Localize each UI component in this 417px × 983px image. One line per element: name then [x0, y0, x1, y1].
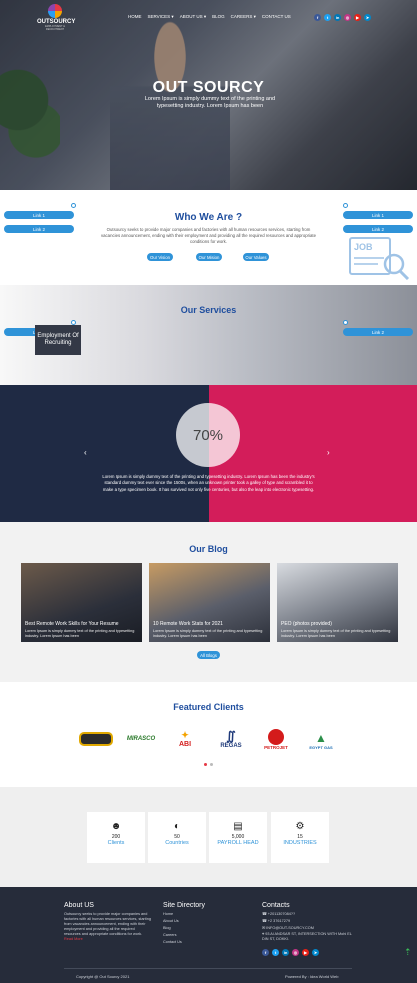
testimonial-text: Lorem Ipsum is simply dummy text of the …	[102, 474, 315, 492]
footer-contacts-title: Contacts	[262, 902, 290, 909]
blog-card[interactable]: 10 Remote Work Stats for 2021 Lorem Ipsu…	[149, 563, 270, 642]
linkedin-icon[interactable]: in	[334, 14, 341, 21]
nav-services[interactable]: SERVICES ▾	[148, 14, 174, 20]
counter-box: ▤ 5,000 PAYROLL HEAD	[209, 812, 267, 863]
client-logo-abi[interactable]: ✦ ABI	[170, 725, 200, 753]
link-dot	[343, 320, 348, 325]
money-icon: ▤	[233, 821, 243, 832]
contact-phone-1: ☎ +2011307084??	[262, 912, 296, 916]
counter-box: ⚙ 15 INDUSTRIES	[271, 812, 329, 863]
footer-about-title: About US	[64, 902, 94, 909]
logo-mark-icon	[48, 4, 62, 18]
counter-label: Clients	[107, 840, 125, 846]
our-vision-button[interactable]: Our Vision	[147, 253, 173, 261]
blog-card-desc: Lorem Ipsum is simply dummy text of the …	[281, 629, 391, 638]
who-title: Who We Are ?	[174, 212, 243, 223]
counter-label: INDUSTRIES	[283, 840, 317, 846]
site-logo[interactable]: OUTSOURCY EMPLOYMENT & RECRUITMENT	[37, 4, 75, 31]
globe-icon: ◐	[173, 821, 181, 832]
blog-card-desc: Lorem Ipsum is simply dummy text of the …	[25, 629, 135, 638]
hero-subtitle: Lorem Ipsum is simply dummy text of the …	[144, 96, 276, 109]
clients-section	[0, 682, 417, 787]
footer-directory-title: Site Directory	[163, 902, 206, 909]
job-search-icon: JOB	[349, 237, 410, 280]
counter-box: ☻ 200 Clients	[87, 812, 145, 863]
services-title: Our Services	[180, 305, 237, 315]
footer-link-careers[interactable]: Careers	[163, 932, 182, 939]
counter-label: Countries	[165, 840, 189, 846]
youtube-icon[interactable]: ▶	[302, 949, 309, 956]
blog-card-title: PEO (photos provided)	[281, 621, 332, 627]
footer-social: f t in ◎ ▶ ➤	[262, 949, 319, 956]
blog-title: Our Blog	[189, 544, 228, 554]
gears-icon: ⚙	[295, 821, 305, 832]
svg-text:JOB: JOB	[354, 242, 373, 252]
footer-about-text: Outsourcy seeks to provide major compani…	[64, 912, 151, 941]
our-mision-button[interactable]: Our Mision	[196, 253, 222, 261]
contact-email[interactable]: ✉ INFO@OUT-SOURCY.COM	[262, 925, 352, 932]
header-social: f t in ◎ ▶ ➤	[314, 14, 371, 21]
footer-contacts: ☎ +2011307084?? ☎ +2 37617279 ✉ INFO@OUT…	[262, 911, 352, 942]
side-link-2-left[interactable]: Link 2	[4, 225, 74, 233]
contact-address: ⌖ 93 Al ANDSAR ST, INTERSECTION WITH Moh…	[262, 932, 352, 941]
percent-circle: 70%	[176, 403, 240, 467]
telegram-icon[interactable]: ➤	[364, 14, 371, 21]
client-logo-regas[interactable]: ∬ REGAS	[214, 723, 248, 755]
main-nav: HOME SERVICES ▾ ABOUT US ▾ BLOG CAREERS …	[128, 14, 291, 20]
facebook-icon[interactable]: f	[262, 949, 269, 956]
blog-card-title: Best Remote Work Skills for Your Resume	[25, 621, 119, 627]
blog-card-desc: Lorem Ipsum is simply dummy text of the …	[153, 629, 263, 638]
carousel-dot[interactable]	[210, 763, 213, 766]
carousel-dot-active[interactable]	[204, 763, 207, 766]
footer-divider	[64, 968, 352, 969]
client-logo-petrojet[interactable]: PETROJET	[259, 724, 293, 754]
footer-link-blog[interactable]: Blog	[163, 925, 182, 932]
youtube-icon[interactable]: ▶	[354, 14, 361, 21]
instagram-icon[interactable]: ◎	[292, 949, 299, 956]
footer-directory: Home About Us Blog Careers Contact Us	[163, 911, 182, 946]
people-icon: ☻	[110, 821, 122, 832]
scroll-top-icon[interactable]: ⇡	[404, 947, 412, 958]
hero-title: OUT SOURCY	[152, 79, 265, 96]
link-dot	[343, 203, 348, 208]
nav-home[interactable]: HOME	[128, 14, 142, 20]
blog-card-title: 10 Remote Work Stats for 2021	[153, 621, 223, 627]
all-blogs-button[interactable]: All Blogs	[197, 651, 220, 659]
nav-blog[interactable]: BLOG	[212, 14, 225, 20]
read-more-link[interactable]: Read More	[64, 937, 83, 941]
client-logo-egypt-gas[interactable]: ▲ EGYPT GAS	[304, 726, 338, 754]
counter-label: PAYROLL HEAD	[217, 840, 259, 846]
service-card[interactable]: Employment Of Recruiting	[35, 325, 81, 355]
nav-about-us[interactable]: ABOUT US ▾	[180, 14, 206, 20]
footer-link-home[interactable]: Home	[163, 911, 182, 918]
nav-contact-us[interactable]: CONTACT US	[262, 14, 291, 20]
powered-by: Powered By : Idea World Web	[285, 974, 339, 979]
twitter-icon[interactable]: t	[272, 949, 279, 956]
who-text: Outsourcy seeks to provide major compani…	[101, 227, 316, 244]
logo-tagline: EMPLOYMENT & RECRUITMENT	[45, 25, 65, 31]
client-logo-mirasco[interactable]: MIRASCO	[124, 733, 158, 745]
blog-card[interactable]: Best Remote Work Skills for Your Resume …	[21, 563, 142, 642]
side-link-2-right-services[interactable]: Link 2	[343, 328, 413, 336]
footer-link-about[interactable]: About Us	[163, 918, 182, 925]
our-values-button[interactable]: Our Values	[243, 253, 269, 261]
client-logo-1[interactable]	[79, 732, 113, 746]
link-dot	[71, 203, 76, 208]
prev-arrow-icon[interactable]: ‹	[84, 448, 87, 457]
side-link-2-right[interactable]: Link 2	[343, 225, 413, 233]
facebook-icon[interactable]: f	[314, 14, 321, 21]
clients-title: Featured Clients	[173, 702, 244, 712]
twitter-icon[interactable]: t	[324, 14, 331, 21]
telegram-icon[interactable]: ➤	[312, 949, 319, 956]
blog-card[interactable]: PEO (photos provided) Lorem Ipsum is sim…	[277, 563, 398, 642]
linkedin-icon[interactable]: in	[282, 949, 289, 956]
instagram-icon[interactable]: ◎	[344, 14, 351, 21]
copyright: Copyright @ Out Sourcy 2021	[76, 974, 130, 979]
next-arrow-icon[interactable]: ›	[327, 448, 330, 457]
counter-box: ◐ 50 Countries	[148, 812, 206, 863]
nav-careers[interactable]: CAREERS ▾	[231, 14, 256, 20]
contact-phone-2: ☎ +2 37617279	[262, 919, 291, 923]
footer-link-contact[interactable]: Contact Us	[163, 939, 182, 946]
